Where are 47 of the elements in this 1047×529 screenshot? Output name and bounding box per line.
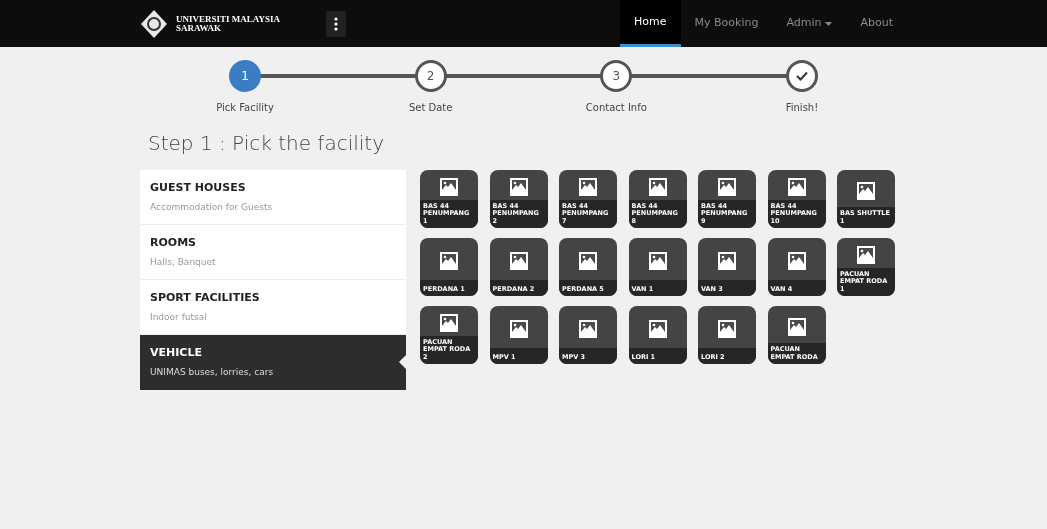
check-icon bbox=[795, 71, 808, 81]
image-icon bbox=[856, 244, 876, 265]
nav-link[interactable]: About bbox=[846, 0, 907, 47]
image-icon bbox=[786, 251, 807, 271]
brand-name: UNIVERSITI MALAYSIA SARAWAK bbox=[176, 14, 281, 33]
image-icon bbox=[439, 251, 459, 271]
category-title: ROOMS bbox=[150, 235, 198, 251]
category-title: VEHICLE bbox=[150, 345, 203, 361]
step-label: Contact Info bbox=[585, 101, 647, 115]
category-subtitle: Halls, Banquet bbox=[150, 255, 217, 269]
image-icon bbox=[856, 180, 876, 201]
step-label: Pick Facility bbox=[216, 101, 274, 115]
category-subtitle: Accommodation for Guests bbox=[150, 200, 274, 214]
more-icon bbox=[334, 16, 338, 31]
image-icon bbox=[508, 176, 529, 197]
nav-link[interactable]: Admin bbox=[772, 0, 847, 47]
pointer-notch bbox=[399, 355, 406, 369]
category-title: SPORT FACILITIES bbox=[150, 290, 261, 306]
image-icon bbox=[578, 251, 598, 271]
logo-icon bbox=[140, 8, 168, 39]
image-icon bbox=[717, 319, 737, 339]
category-title: GUEST HOUSES bbox=[150, 180, 247, 196]
image-icon bbox=[647, 176, 668, 197]
step-label: Finish! bbox=[785, 101, 819, 115]
nav-link[interactable]: My Booking bbox=[680, 0, 773, 47]
category-subtitle: UNIMAS buses, lorries, cars bbox=[150, 365, 275, 379]
image-icon bbox=[717, 176, 737, 197]
category-item[interactable]: VEHICLE UNIMAS buses, lorries, cars bbox=[140, 335, 406, 390]
image-icon bbox=[786, 316, 807, 337]
category-item[interactable]: GUEST HOUSES Accommodation for Guests bbox=[140, 170, 406, 225]
image-icon bbox=[508, 319, 529, 339]
page-heading: Step 1 : Pick the facility bbox=[148, 130, 385, 157]
menu-button[interactable] bbox=[326, 10, 346, 37]
image-icon bbox=[439, 176, 459, 197]
image-icon bbox=[786, 176, 807, 197]
nav-link[interactable]: Home bbox=[620, 0, 681, 47]
image-icon bbox=[508, 251, 529, 271]
image-icon bbox=[647, 251, 668, 271]
image-icon bbox=[439, 312, 459, 333]
category-item[interactable]: ROOMS Halls, Banquet bbox=[140, 225, 406, 280]
image-icon bbox=[717, 251, 737, 271]
step-label: Set Date bbox=[408, 101, 453, 115]
category-subtitle: Indoor futsal bbox=[150, 310, 208, 324]
category-item[interactable]: SPORT FACILITIES Indoor futsal bbox=[140, 280, 406, 335]
image-icon bbox=[647, 319, 668, 339]
image-icon bbox=[578, 319, 598, 339]
image-icon bbox=[578, 176, 598, 197]
